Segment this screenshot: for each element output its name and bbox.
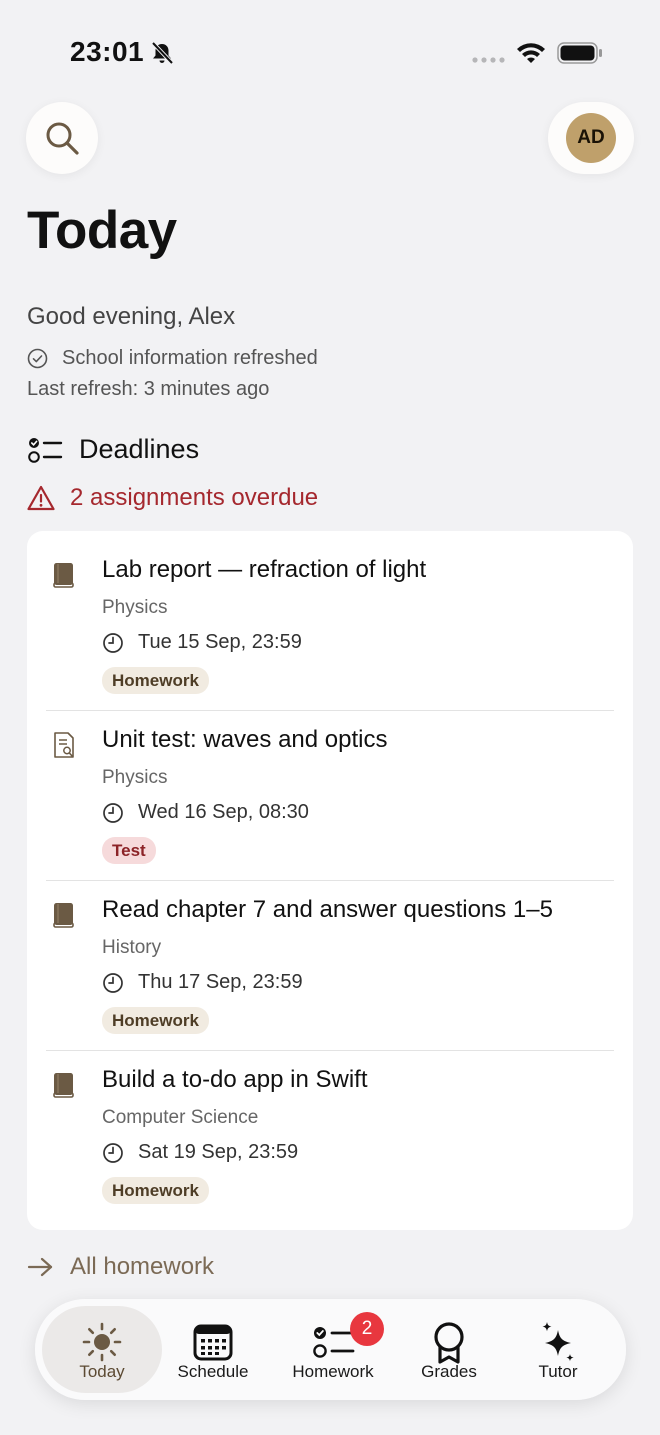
tab-tutor-label: Tutor: [538, 1362, 578, 1381]
homework-tag: Homework: [102, 1177, 209, 1204]
deadline-item[interactable]: Unit test: waves and optics Physics Wed …: [27, 701, 633, 871]
award-icon: [434, 1322, 464, 1364]
sparkles-icon: [542, 1322, 574, 1362]
status-bar: 23:01: [0, 0, 660, 100]
deadline-due-text: Sat 19 Sep, 23:59: [138, 1141, 299, 1163]
search-button[interactable]: [26, 102, 98, 174]
deadline-due: Sat 19 Sep, 23:59: [102, 1141, 298, 1164]
homework-tag: Homework: [102, 667, 209, 694]
signal-dots-icon: [472, 57, 505, 63]
deadlines-card: Lab report — refraction of light Physics…: [27, 531, 633, 1230]
book-icon: [53, 903, 74, 928]
deadlines-title: Deadlines: [79, 434, 200, 464]
tab-schedule[interactable]: Schedule: [163, 1306, 263, 1393]
deadline-due-text: Tue 15 Sep, 23:59: [138, 631, 302, 653]
tab-grades[interactable]: Grades: [401, 1306, 497, 1393]
homework-badge: 2: [350, 1312, 384, 1346]
clock-icon: [103, 972, 123, 993]
tab-bar: Today Schedule 2 Homework Grades Tutor: [35, 1299, 626, 1400]
deadline-item[interactable]: Build a to-do app in Swift Computer Scie…: [27, 1041, 633, 1211]
deadline-subject: History: [102, 937, 162, 958]
clock-icon: [103, 802, 123, 823]
clock-icon: [103, 1142, 123, 1163]
greeting: Good evening, Alex: [27, 303, 236, 330]
deadline-subject: Computer Science: [102, 1107, 259, 1128]
deadline-due: Tue 15 Sep, 23:59: [102, 631, 302, 654]
deadline-title: Build a to-do app in Swift: [102, 1066, 368, 1093]
sun-icon: [82, 1322, 122, 1362]
clock-icon: [103, 632, 123, 653]
battery-icon: [557, 42, 602, 64]
deadline-item[interactable]: Lab report — refraction of light Physics…: [27, 531, 633, 701]
overdue-warning[interactable]: 2 assignments overdue: [27, 484, 318, 512]
tab-today[interactable]: Today: [42, 1306, 162, 1393]
deadline-item[interactable]: Read chapter 7 and answer questions 1–5 …: [27, 871, 633, 1041]
tab-grades-label: Grades: [421, 1362, 477, 1381]
deadline-title: Lab report — refraction of light: [102, 556, 427, 583]
bell-slash-icon: [151, 41, 174, 65]
tab-today-label: Today: [79, 1362, 125, 1381]
deadline-subject: Physics: [102, 597, 168, 618]
deadline-title: Read chapter 7 and answer questions 1–5: [102, 896, 553, 923]
search-icon: [46, 122, 79, 155]
deadline-due-text: Thu 17 Sep, 23:59: [138, 971, 303, 993]
calendar-icon: [193, 1324, 233, 1361]
homework-tag: Homework: [102, 1007, 209, 1034]
tab-schedule-label: Schedule: [177, 1362, 249, 1381]
arrow-right-icon: [27, 1257, 53, 1277]
all-homework-link[interactable]: All homework: [27, 1253, 214, 1281]
tab-homework[interactable]: 2 Homework: [281, 1306, 385, 1393]
test-document-icon: [54, 732, 74, 758]
deadline-due: Wed 16 Sep, 08:30: [102, 801, 309, 824]
refresh-status: School information refreshed: [27, 347, 318, 370]
last-refresh: Last refresh: 3 minutes ago: [27, 378, 270, 400]
book-icon: [53, 563, 74, 588]
book-icon: [53, 1073, 74, 1098]
refresh-status-text: School information refreshed: [62, 347, 318, 369]
deadline-due-text: Wed 16 Sep, 08:30: [138, 801, 309, 823]
wifi-icon: [517, 43, 545, 63]
checklist-icon: [28, 437, 63, 463]
deadlines-heading: Deadlines: [27, 434, 199, 465]
check-circle-icon: [27, 348, 48, 369]
avatar: AD: [566, 113, 616, 163]
deadline-subject: Physics: [102, 767, 168, 788]
deadline-due: Thu 17 Sep, 23:59: [102, 971, 303, 994]
tab-tutor[interactable]: Tutor: [513, 1306, 603, 1393]
checklist-icon: [313, 1327, 355, 1358]
overdue-text: 2 assignments overdue: [70, 484, 319, 511]
status-time: 23:01: [70, 36, 145, 67]
page-title: Today: [27, 201, 177, 260]
warning-icon: [27, 485, 55, 511]
deadline-title: Unit test: waves and optics: [102, 726, 388, 753]
tab-homework-label: Homework: [292, 1362, 374, 1381]
profile-button[interactable]: AD: [548, 102, 634, 174]
test-tag: Test: [102, 837, 156, 864]
all-homework-label: All homework: [70, 1253, 215, 1280]
